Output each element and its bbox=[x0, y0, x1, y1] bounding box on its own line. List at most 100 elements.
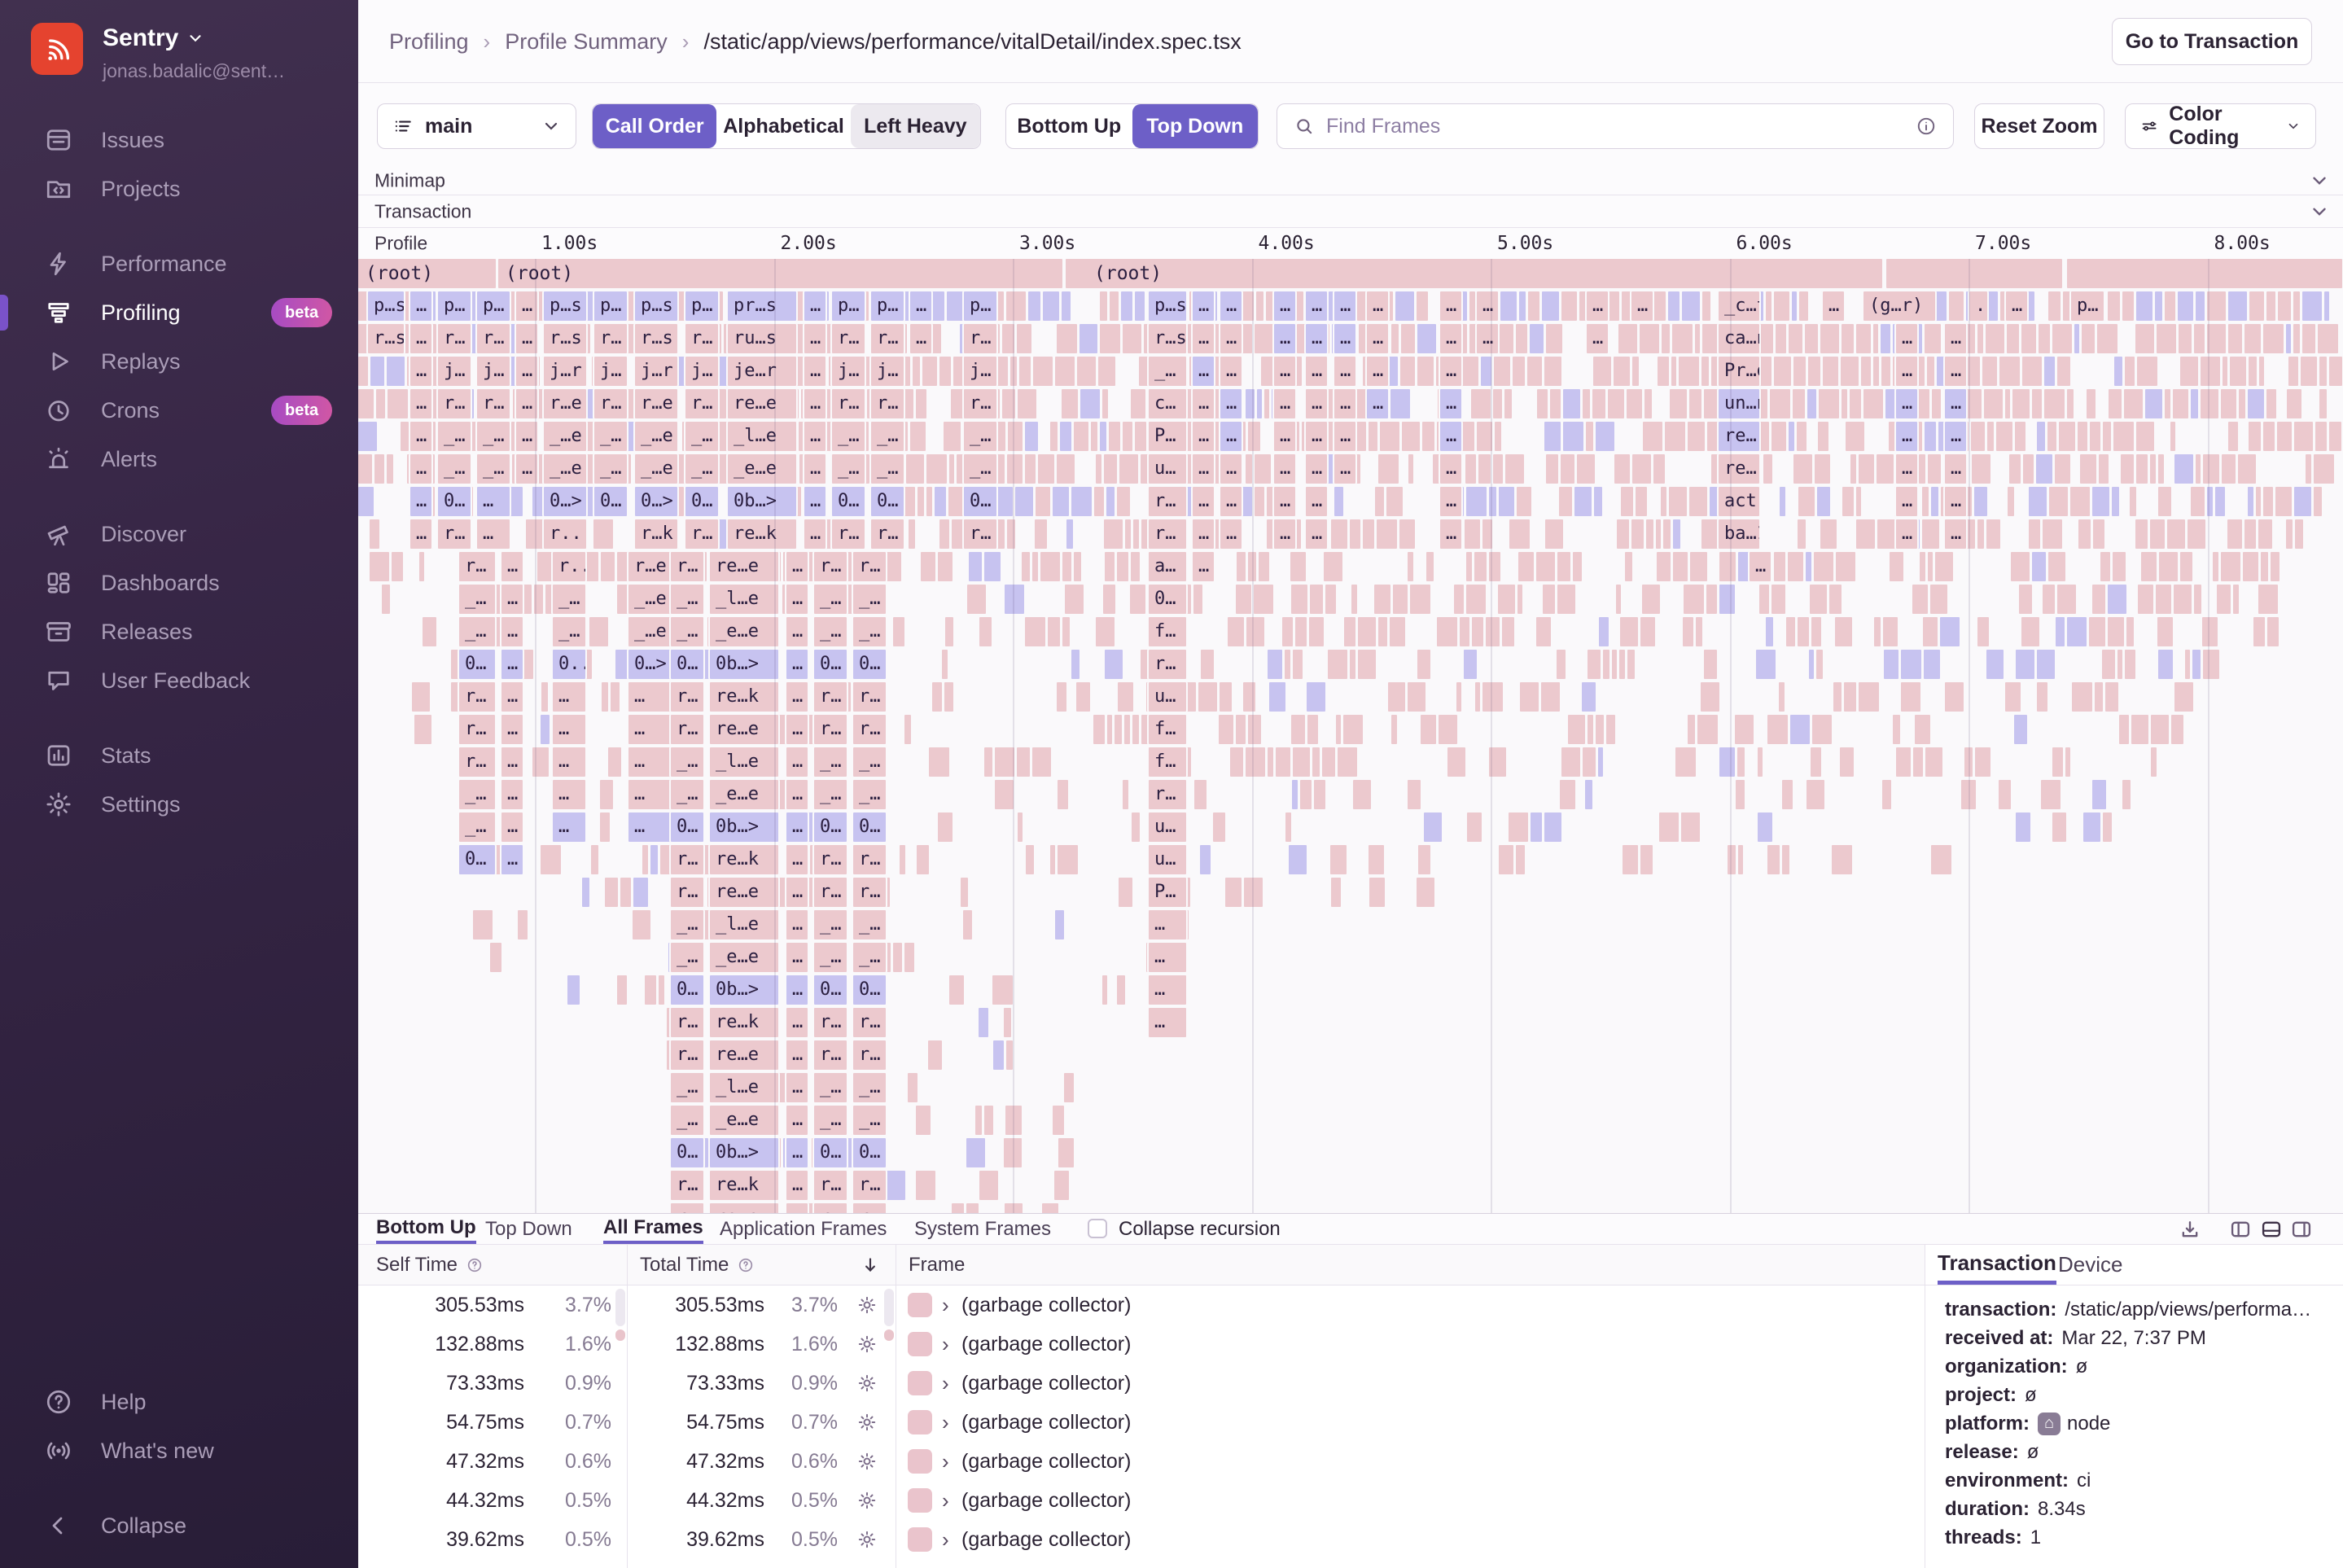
flame-cell[interactable] bbox=[2238, 454, 2256, 484]
flame-cell[interactable] bbox=[1022, 552, 1030, 581]
flame-cell[interactable] bbox=[2249, 291, 2264, 321]
flame-cell[interactable] bbox=[2043, 519, 2062, 549]
flame-frame[interactable]: r… bbox=[871, 324, 904, 353]
flame-cell[interactable] bbox=[1544, 357, 1561, 386]
flame-cell[interactable] bbox=[1475, 682, 1480, 712]
flame-frame[interactable]: _e…e bbox=[710, 1106, 778, 1135]
flame-frame[interactable]: p…s bbox=[1149, 291, 1186, 321]
flame-frame[interactable]: r… bbox=[871, 389, 904, 418]
flame-cell[interactable] bbox=[1616, 585, 1621, 614]
flame-cell[interactable] bbox=[1520, 682, 1539, 712]
flame-cell[interactable] bbox=[1295, 617, 1307, 646]
flame-cell[interactable] bbox=[1100, 324, 1120, 353]
flame-frame[interactable]: _… bbox=[553, 617, 585, 646]
flame-cell[interactable] bbox=[2130, 487, 2136, 516]
flame-cell[interactable] bbox=[1331, 519, 1347, 549]
flame-cell[interactable] bbox=[1466, 487, 1487, 516]
flame-cell[interactable] bbox=[1246, 747, 1265, 777]
flame-frame[interactable]: … bbox=[1440, 422, 1461, 451]
flame-frame[interactable]: … bbox=[553, 682, 585, 712]
flame-cell[interactable] bbox=[1850, 389, 1861, 418]
flame-cell[interactable] bbox=[1259, 552, 1269, 581]
flame-cell[interactable] bbox=[586, 487, 593, 516]
flame-cell[interactable] bbox=[1331, 878, 1341, 907]
flame-cell[interactable] bbox=[2131, 715, 2148, 744]
flame-cell[interactable] bbox=[617, 975, 627, 1005]
flame-frame[interactable]: _… bbox=[671, 1106, 703, 1135]
flame-cell[interactable] bbox=[2057, 585, 2076, 614]
flame-frame[interactable]: r…s bbox=[544, 324, 586, 353]
flame-cell[interactable] bbox=[1517, 585, 1522, 614]
flame-frame[interactable]: 0… bbox=[671, 650, 703, 679]
flame-cell[interactable] bbox=[374, 454, 384, 484]
flame-cell[interactable] bbox=[1350, 519, 1360, 549]
total-time-scrollbar[interactable] bbox=[884, 1289, 894, 1326]
flame-frame[interactable]: … bbox=[910, 291, 931, 321]
flame-cell[interactable] bbox=[1877, 519, 1897, 549]
flame-frame[interactable]: act bbox=[1719, 487, 1759, 516]
flame-cell[interactable] bbox=[926, 487, 932, 516]
flame-cell[interactable] bbox=[2105, 682, 2118, 712]
flame-cell[interactable] bbox=[1593, 357, 1611, 386]
flame-frame[interactable]: _… bbox=[853, 1073, 886, 1102]
flame-cell[interactable] bbox=[1930, 585, 1947, 614]
flame-cell[interactable] bbox=[944, 682, 953, 712]
flame-frame[interactable]: r… bbox=[594, 389, 627, 418]
flame-cell[interactable] bbox=[1811, 747, 1821, 777]
flame-cell[interactable] bbox=[608, 747, 621, 777]
flame-cell[interactable] bbox=[2036, 454, 2052, 484]
flame-cell[interactable] bbox=[1505, 454, 1524, 484]
flame-frame[interactable]: u… bbox=[1149, 454, 1186, 484]
flame-cell[interactable] bbox=[2135, 324, 2154, 353]
flame-cell[interactable] bbox=[1062, 617, 1070, 646]
flame-cell[interactable] bbox=[1759, 585, 1769, 614]
flame-cell[interactable] bbox=[2202, 617, 2218, 646]
gear-icon[interactable] bbox=[856, 1294, 878, 1316]
flame-cell[interactable] bbox=[1789, 324, 1802, 353]
flame-cell[interactable] bbox=[1100, 422, 1106, 451]
flame-cell[interactable] bbox=[1417, 324, 1436, 353]
flame-cell[interactable] bbox=[1080, 389, 1100, 418]
flame-cell[interactable] bbox=[2277, 422, 2292, 451]
flame-cell[interactable] bbox=[1807, 780, 1824, 809]
flame-frame[interactable]: .. bbox=[1969, 291, 1987, 321]
flame-cell[interactable] bbox=[967, 585, 986, 614]
find-frames-search-input[interactable]: Find Frames bbox=[1277, 103, 1954, 149]
flame-cell[interactable] bbox=[659, 975, 664, 1005]
flame-cell[interactable] bbox=[1603, 650, 1609, 679]
flame-cell[interactable] bbox=[1574, 487, 1592, 516]
flame-cell[interactable] bbox=[2092, 585, 2105, 614]
flame-frame[interactable]: j… bbox=[685, 357, 718, 386]
flame-cell[interactable] bbox=[963, 910, 972, 939]
flame-cell[interactable] bbox=[2099, 454, 2109, 484]
flame-cell[interactable] bbox=[2286, 519, 2293, 549]
flame-cell[interactable] bbox=[2023, 454, 2034, 484]
sidebar-item-crons[interactable]: Cronsbeta bbox=[0, 386, 358, 435]
flame-cell[interactable] bbox=[1896, 747, 1911, 777]
flame-cell[interactable] bbox=[993, 1040, 1004, 1070]
flame-cell[interactable] bbox=[370, 552, 389, 581]
flame-cell[interactable] bbox=[2126, 617, 2134, 646]
flame-cell[interactable] bbox=[1336, 715, 1341, 744]
sort-left-heavy-button[interactable]: Left Heavy bbox=[851, 104, 980, 148]
flame-cell[interactable] bbox=[2102, 650, 2115, 679]
frame-table-row[interactable]: 305.53ms3.7%305.53ms3.7%›(garbage collec… bbox=[358, 1285, 1925, 1325]
flame-cell[interactable] bbox=[2248, 389, 2264, 418]
flame-cell[interactable] bbox=[2044, 389, 2065, 418]
flame-cell[interactable] bbox=[996, 422, 1005, 451]
flame-cell[interactable] bbox=[2011, 552, 2030, 581]
minimap-section[interactable]: Minimap bbox=[358, 167, 2343, 195]
flame-cell[interactable] bbox=[593, 519, 613, 549]
flame-cell[interactable] bbox=[1057, 324, 1077, 353]
flame-cell[interactable] bbox=[2041, 780, 2061, 809]
flame-frame[interactable]: r… bbox=[459, 715, 495, 744]
flame-frame[interactable]: c… bbox=[1149, 389, 1186, 418]
flame-cell[interactable] bbox=[995, 747, 1014, 777]
flame-cell[interactable] bbox=[2021, 617, 2039, 646]
flame-frame[interactable]: … bbox=[1367, 357, 1388, 386]
flame-frame[interactable]: … bbox=[1334, 389, 1355, 418]
flame-cell[interactable] bbox=[2141, 552, 2157, 581]
flame-frame[interactable]: r… bbox=[814, 1171, 847, 1200]
flame-cell[interactable] bbox=[2201, 357, 2220, 386]
flame-frame[interactable]: 0.. bbox=[553, 650, 585, 679]
